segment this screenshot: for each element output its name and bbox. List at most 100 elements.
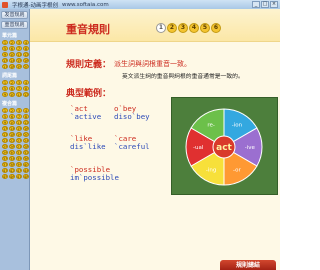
lesson-number-button[interactable]: 9 [2,120,8,125]
lesson-number-button[interactable]: 34 [9,156,15,161]
lesson-number-button[interactable]: 48 [23,174,29,179]
lesson-number-button[interactable]: 3 [16,40,22,45]
lesson-number-button[interactable]: 5 [2,114,8,119]
minimize-button[interactable]: _ [252,1,260,8]
lesson-number-button[interactable]: 31 [16,150,22,155]
definition-note: 英文派生詞的重音與詞根的重音通常是一致的。 [122,74,244,80]
lesson-number-button[interactable]: 30 [9,150,15,155]
lesson-number-button[interactable]: 1 [2,108,8,113]
sidebar-button-stress[interactable]: 重音规则 [1,21,28,29]
lesson-number-button[interactable]: 2 [9,40,15,45]
lesson-number-button[interactable]: 32 [23,150,29,155]
lesson-number-button[interactable]: 6 [9,46,15,51]
lesson-number-button[interactable]: 20 [23,64,29,69]
lesson-number-button[interactable]: 5 [2,86,8,91]
lesson-number-button[interactable]: 27 [16,144,22,149]
lesson-number-button[interactable]: 1 [2,80,8,85]
maximize-button[interactable]: □ [261,1,269,8]
lesson-number-button[interactable]: 28 [23,144,29,149]
lesson-number-button[interactable]: 43 [16,168,22,173]
lesson-number-button[interactable]: 3 [16,80,22,85]
lesson-number-button[interactable]: 40 [23,162,29,167]
lesson-number-button[interactable]: 11 [16,52,22,57]
lesson-number-button[interactable]: 12 [23,120,29,125]
page-tab[interactable]: 5 [200,23,210,33]
close-button[interactable]: × [270,1,278,8]
lesson-number-button[interactable]: 38 [9,162,15,167]
sidebar-button-pronunciation[interactable]: 发音规则 [1,11,28,19]
lesson-number-button[interactable]: 29 [2,150,8,155]
lesson-number-button[interactable]: 16 [23,126,29,131]
lesson-number-button[interactable]: 39 [16,162,22,167]
lesson-number-button[interactable]: 11 [16,120,22,125]
page-tab[interactable]: 3 [178,23,188,33]
lesson-number-button[interactable]: 21 [2,138,8,143]
main-content: 重音規則 123456 規則定義： 派生詞與詞根重音一致。 英文派生詞的重音與詞… [30,9,280,270]
lesson-number-button[interactable]: 10 [9,92,15,97]
lesson-number-button[interactable]: 23 [16,138,22,143]
lesson-number-button[interactable]: 9 [2,52,8,57]
window-title: 字根通-动画字根创 [12,2,58,9]
lesson-number-button[interactable]: 14 [9,58,15,63]
lesson-number-button[interactable]: 7 [16,46,22,51]
lesson-number-button[interactable]: 3 [16,108,22,113]
lesson-number-button[interactable]: 45 [2,174,8,179]
lesson-number-button[interactable]: 22 [9,138,15,143]
lesson-number-button[interactable]: 4 [23,108,29,113]
wheel-center-label: act [216,143,232,153]
lesson-number-button[interactable]: 18 [9,64,15,69]
lesson-number-button[interactable]: 8 [23,114,29,119]
lesson-number-button[interactable]: 14 [9,126,15,131]
lesson-number-button[interactable]: 36 [23,156,29,161]
lesson-number-button[interactable]: 16 [23,58,29,63]
lesson-number-button[interactable]: 8 [23,46,29,51]
lesson-number-button[interactable]: 15 [16,126,22,131]
lesson-number-button[interactable]: 8 [23,86,29,91]
page-tab[interactable]: 1 [156,23,166,33]
lesson-number-button[interactable]: 24 [23,138,29,143]
lesson-number-button[interactable]: 2 [9,80,15,85]
lesson-number-button[interactable]: 25 [2,144,8,149]
example-derived: `active [70,112,102,121]
rule-summary-button[interactable]: 規則總結 [220,260,276,270]
lesson-number-button[interactable]: 2 [9,108,15,113]
lesson-number-button[interactable]: 5 [2,46,8,51]
lesson-number-button[interactable]: 4 [23,40,29,45]
lesson-number-button[interactable]: 37 [2,162,8,167]
lesson-number-button[interactable]: 7 [16,86,22,91]
lesson-number-button[interactable]: 46 [9,174,15,179]
lesson-number-button[interactable]: 17 [2,64,8,69]
lesson-number-button[interactable]: 35 [16,156,22,161]
lesson-number-button[interactable]: 11 [16,92,22,97]
lesson-number-button[interactable]: 33 [2,156,8,161]
lesson-number-button[interactable]: 20 [23,132,29,137]
lesson-number-button[interactable]: 26 [9,144,15,149]
lesson-number-button[interactable]: 42 [9,168,15,173]
section-label-compound: 複合篇 [2,101,18,107]
lesson-number-button[interactable]: 7 [16,114,22,119]
lesson-number-button[interactable]: 18 [9,132,15,137]
lesson-number-button[interactable]: 47 [16,174,22,179]
lesson-number-button[interactable]: 6 [9,86,15,91]
lesson-number-button[interactable]: 10 [9,52,15,57]
lesson-number-button[interactable]: 44 [23,168,29,173]
app-window: 字根通-动画字根创 www.softaia.com _ □ × 发音规则 重音规… [0,0,280,270]
lesson-number-button[interactable]: 6 [9,114,15,119]
lesson-number-button[interactable]: 17 [2,132,8,137]
lesson-number-button[interactable]: 15 [16,58,22,63]
page-tab[interactable]: 6 [211,23,221,33]
lesson-number-button[interactable]: 12 [23,52,29,57]
lesson-number-button[interactable]: 13 [2,58,8,63]
lesson-number-button[interactable]: 41 [2,168,8,173]
lesson-number-button[interactable]: 4 [23,80,29,85]
lesson-number-button[interactable]: 1 [2,40,8,45]
lesson-number-button[interactable]: 12 [23,92,29,97]
page-tab[interactable]: 4 [189,23,199,33]
lesson-number-button[interactable]: 10 [9,120,15,125]
lesson-number-button[interactable]: 19 [16,64,22,69]
lesson-number-button[interactable]: 13 [2,126,8,131]
lesson-number-button[interactable]: 19 [16,132,22,137]
section-label-units: 單元篇 [2,33,18,39]
page-tab[interactable]: 2 [167,23,177,33]
lesson-number-button[interactable]: 9 [2,92,8,97]
